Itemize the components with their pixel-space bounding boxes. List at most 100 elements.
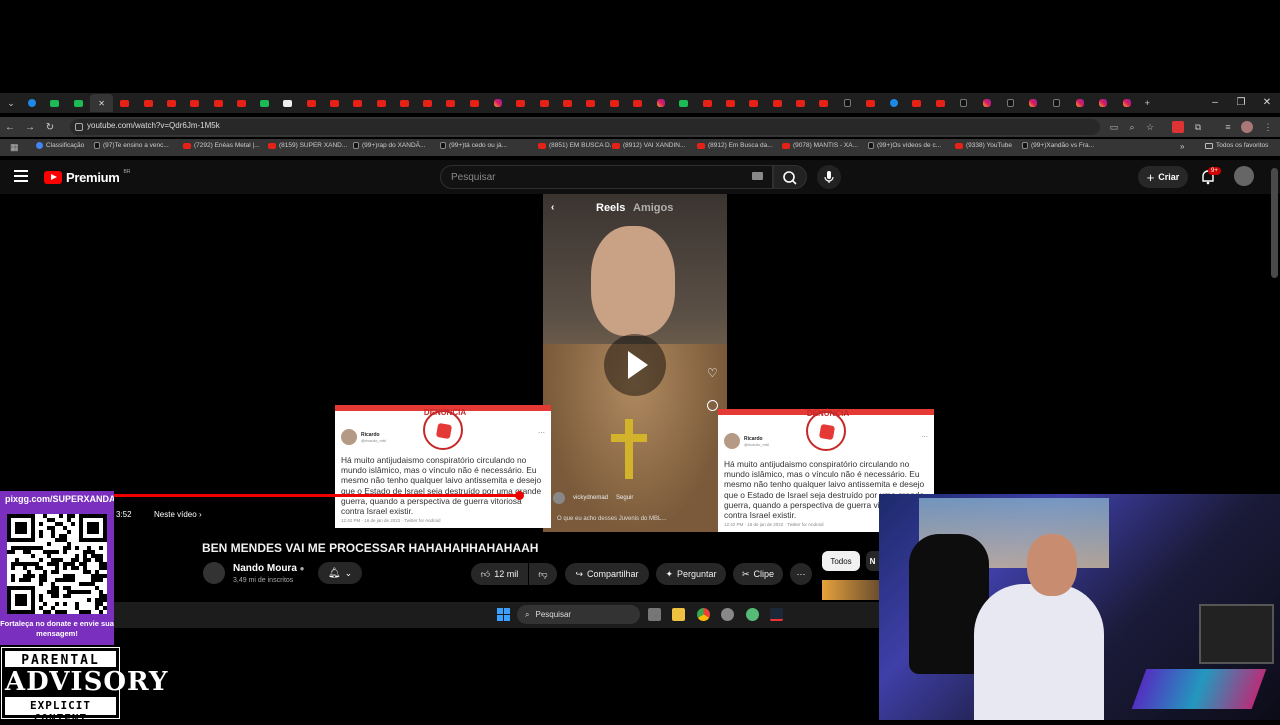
browser-tab[interactable] bbox=[253, 94, 276, 112]
browser-tab[interactable] bbox=[1068, 94, 1091, 112]
minimize-button[interactable]: – bbox=[1203, 93, 1227, 113]
clip-button[interactable]: ✂ Clipe bbox=[733, 563, 783, 585]
browser-tab[interactable] bbox=[812, 94, 835, 112]
like-button[interactable]: 👍︎ 12 mil bbox=[471, 563, 528, 585]
channel-avatar[interactable] bbox=[203, 562, 225, 584]
browser-tab[interactable] bbox=[486, 94, 509, 112]
bookmark-item[interactable]: (8851) EM BUSCA D... bbox=[538, 142, 615, 149]
browser-tab[interactable] bbox=[975, 94, 998, 112]
bookmark-item[interactable]: (99+)Xandão vs Fra... bbox=[1022, 142, 1094, 149]
bookmark-item[interactable]: (99+)tá cedo ou já... bbox=[440, 142, 507, 149]
close-window-button[interactable]: ✕ bbox=[1255, 93, 1279, 113]
browser-tab[interactable] bbox=[742, 94, 765, 112]
search-button[interactable] bbox=[773, 165, 807, 189]
new-tab-button[interactable]: + bbox=[1138, 96, 1156, 110]
chapters-button[interactable]: Neste vídeo › bbox=[154, 510, 202, 519]
browser-tab[interactable] bbox=[952, 94, 975, 112]
all-bookmarks-button[interactable]: Todos os favoritos bbox=[1205, 142, 1268, 149]
browser-tab[interactable] bbox=[649, 94, 672, 112]
create-button[interactable]: + Criar bbox=[1138, 166, 1188, 188]
browser-tab[interactable] bbox=[439, 94, 462, 112]
related-video-thumbnail[interactable] bbox=[822, 580, 879, 600]
browser-tab[interactable] bbox=[346, 94, 369, 112]
ask-button[interactable]: ✦ Perguntar bbox=[656, 563, 726, 585]
browser-tab[interactable] bbox=[719, 94, 742, 112]
bookmark-item[interactable]: Classificação bbox=[36, 142, 84, 149]
browser-tab[interactable] bbox=[183, 94, 206, 112]
maximize-button[interactable]: ❐ bbox=[1229, 93, 1253, 113]
bookmark-item[interactable]: (7292) Enéas Metal |... bbox=[183, 142, 260, 149]
browser-tab[interactable] bbox=[556, 94, 579, 112]
browser-tab[interactable] bbox=[789, 94, 812, 112]
chrome-icon[interactable] bbox=[697, 608, 710, 621]
bookmark-item[interactable]: (8912) Em Busca da... bbox=[697, 142, 773, 149]
bookmark-item[interactable]: (8912) VAI XANDIN... bbox=[612, 142, 685, 149]
browser-tab[interactable] bbox=[1115, 94, 1138, 112]
voice-search-button[interactable] bbox=[817, 165, 841, 189]
browser-tab[interactable] bbox=[602, 94, 625, 112]
apps-icon[interactable]: ▦ bbox=[10, 143, 19, 152]
zoom-icon[interactable]: ⌕ bbox=[1126, 121, 1138, 133]
browser-tab[interactable] bbox=[905, 94, 928, 112]
browser-tab[interactable] bbox=[579, 94, 602, 112]
browser-tab[interactable] bbox=[696, 94, 719, 112]
menu-icon[interactable] bbox=[14, 170, 28, 182]
channel-name[interactable]: Nando Moura ● bbox=[233, 563, 305, 574]
browser-tab[interactable] bbox=[463, 94, 486, 112]
forward-icon[interactable]: → bbox=[20, 122, 40, 133]
browser-tab[interactable] bbox=[43, 94, 66, 112]
bookmark-item[interactable]: (8159) SUPER XAND... bbox=[268, 142, 347, 149]
browser-tab[interactable] bbox=[766, 94, 789, 112]
browser-tab[interactable] bbox=[998, 94, 1021, 112]
browser-tab[interactable] bbox=[1045, 94, 1068, 112]
browser-tab[interactable] bbox=[929, 94, 952, 112]
progress-bar[interactable] bbox=[114, 494, 519, 497]
browser-tab[interactable] bbox=[1022, 94, 1045, 112]
profile-avatar[interactable] bbox=[1241, 121, 1253, 133]
bookmark-star-icon[interactable]: ☆ bbox=[1144, 121, 1156, 133]
browser-tab[interactable] bbox=[67, 94, 90, 112]
browser-tab[interactable] bbox=[323, 94, 346, 112]
steam-icon[interactable] bbox=[770, 608, 783, 621]
more-bookmarks-icon[interactable]: » bbox=[1180, 142, 1184, 151]
browser-tab[interactable] bbox=[369, 94, 392, 112]
media-icon[interactable]: ≡ bbox=[1222, 121, 1234, 133]
browser-tab[interactable] bbox=[1092, 94, 1115, 112]
reload-icon[interactable]: ↻ bbox=[40, 122, 60, 133]
chip-all[interactable]: Todos bbox=[822, 551, 860, 571]
search-input[interactable]: Pesquisar bbox=[440, 165, 773, 189]
extension-icon[interactable]: ⧉ bbox=[1192, 121, 1204, 133]
browser-tab[interactable] bbox=[20, 94, 43, 112]
bookmark-item[interactable]: (99+)Os vídeos de c... bbox=[868, 142, 941, 149]
scrollbar[interactable] bbox=[1271, 168, 1278, 278]
bookmark-item[interactable]: (9078) MANTIS - XA... bbox=[782, 142, 858, 149]
account-avatar[interactable] bbox=[1234, 166, 1254, 186]
task-view-icon[interactable] bbox=[648, 608, 661, 621]
app-icon[interactable] bbox=[721, 608, 734, 621]
bookmark-item[interactable]: (99+)rap do XANDÃ... bbox=[353, 142, 425, 149]
browser-tab[interactable] bbox=[882, 94, 905, 112]
menu-icon[interactable]: ⋮ bbox=[1262, 121, 1274, 133]
windows-start-icon[interactable] bbox=[497, 608, 510, 621]
progress-scrubber[interactable] bbox=[515, 491, 524, 500]
url-field[interactable]: youtube.com/watch?v=Qdr6Jm-1M5k bbox=[70, 119, 1100, 135]
bookmark-item[interactable]: (97)Te ensino a venc... bbox=[94, 142, 169, 149]
more-actions-button[interactable]: ⋯ bbox=[790, 563, 812, 585]
tab-search-icon[interactable]: ⌄ bbox=[2, 96, 20, 110]
browser-tab[interactable] bbox=[859, 94, 882, 112]
browser-tab[interactable] bbox=[393, 94, 416, 112]
subscribed-button[interactable]: 🔔︎ ⌄ bbox=[318, 562, 362, 584]
browser-tab[interactable] bbox=[626, 94, 649, 112]
browser-tab[interactable]: ✕ bbox=[89, 94, 114, 112]
browser-tab[interactable] bbox=[113, 94, 136, 112]
settings-icon[interactable] bbox=[746, 608, 759, 621]
extension-icon[interactable] bbox=[1172, 121, 1184, 133]
share-button[interactable]: ↪ Compartilhar bbox=[565, 563, 649, 585]
bookmark-item[interactable]: (9338) YouTube bbox=[955, 142, 1012, 149]
browser-tab[interactable] bbox=[533, 94, 556, 112]
browser-tab[interactable] bbox=[416, 94, 439, 112]
browser-tab[interactable] bbox=[230, 94, 253, 112]
browser-tab[interactable] bbox=[835, 94, 858, 112]
browser-tab[interactable] bbox=[300, 94, 323, 112]
browser-tab[interactable] bbox=[509, 94, 532, 112]
